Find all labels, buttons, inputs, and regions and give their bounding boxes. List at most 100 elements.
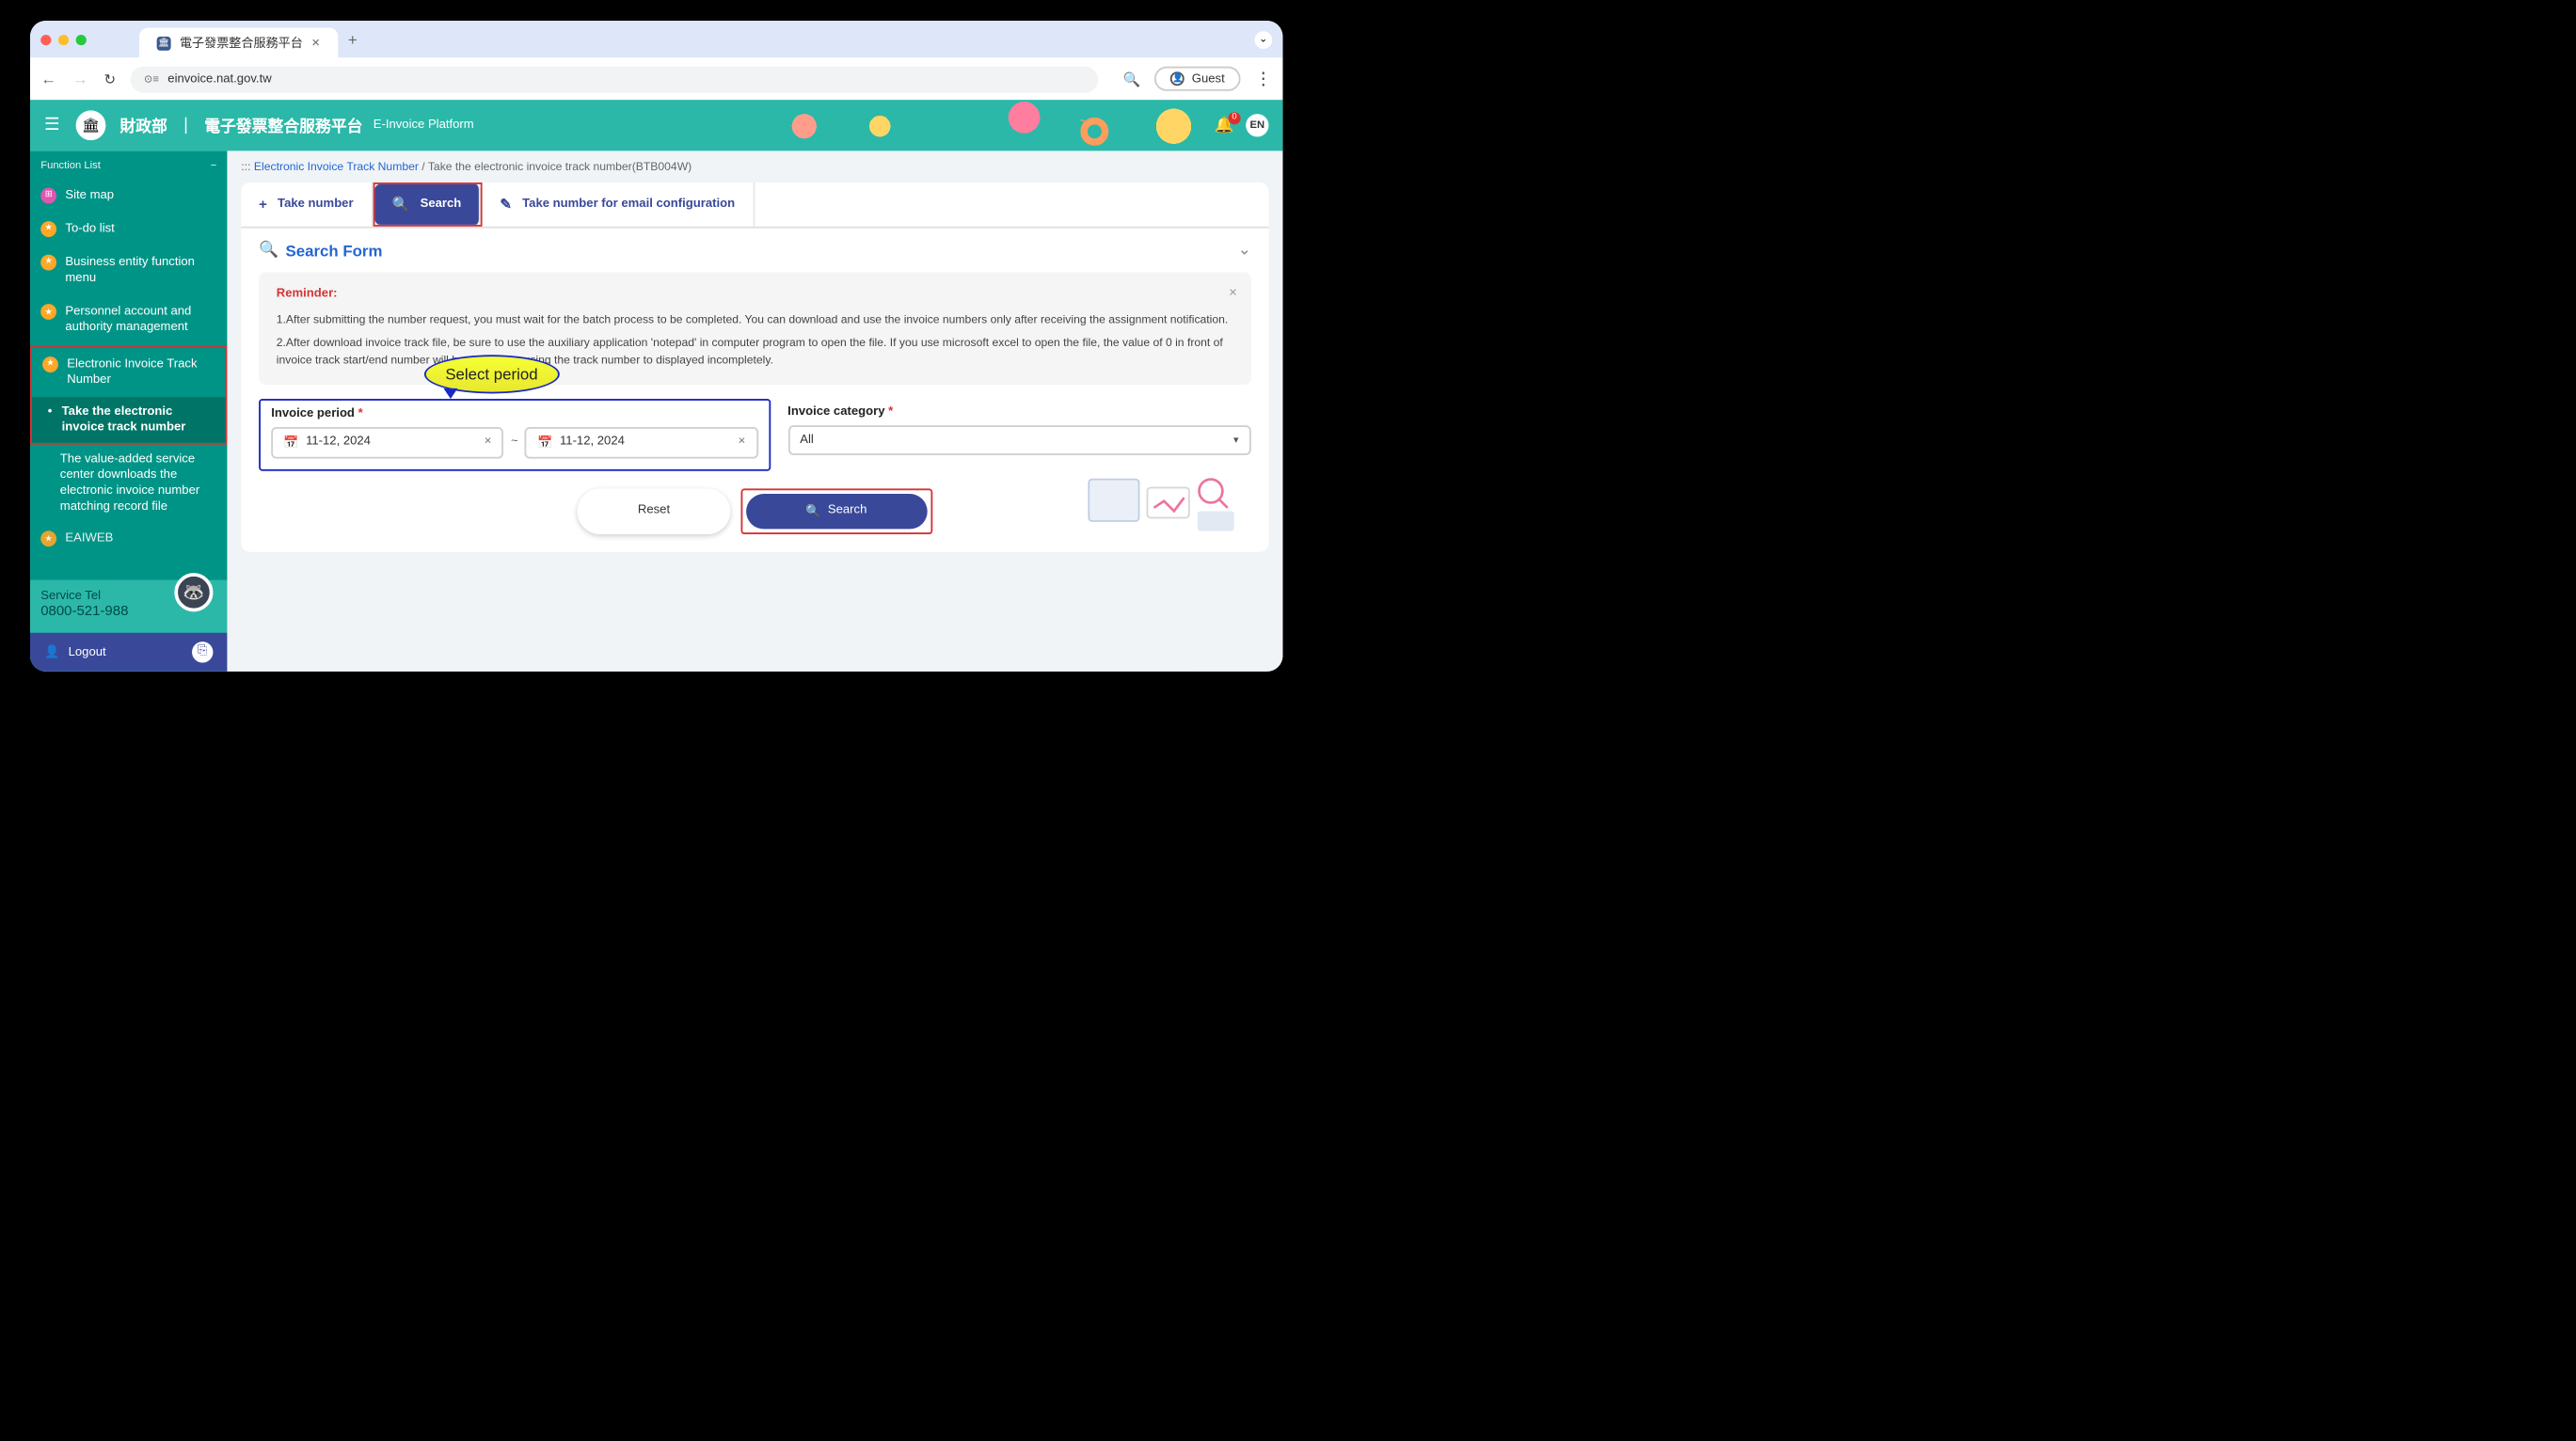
page-viewport: ◝ ☰ 🏛 財政部 ｜ 電子發票整合服務平台 E-Invoice Platfor… (30, 100, 1282, 672)
browser-window: 🏛 電子發票整合服務平台 × + ⌄ ← → ↻ ⊙≡ einvoice.nat… (30, 21, 1282, 672)
search-icon: 🔍 (259, 241, 278, 261)
language-toggle[interactable]: EN (1246, 114, 1268, 136)
sidebar-item-sitemap[interactable]: ⊞ Site map (30, 179, 227, 213)
mascot-icon: 🦝 (174, 573, 213, 611)
sidebar: Function List − ⊞ Site map ★ To-do list … (30, 150, 227, 672)
invoice-category-field: Invoice category * All ▾ (787, 399, 1251, 471)
brand-cn1: 財政部 (119, 114, 167, 136)
back-button[interactable]: ← (40, 70, 58, 87)
reminder-line1: 1.After submitting the number request, y… (277, 311, 1233, 328)
site-info-icon[interactable]: ⊙≡ (144, 72, 159, 85)
section-title: Search Form (286, 242, 383, 260)
period-from-input[interactable]: 📅 11-12, 2024 × (271, 427, 503, 459)
calendar-icon: 📅 (283, 435, 298, 450)
collapse-icon[interactable]: − (211, 162, 217, 172)
callout-annotation: Select period (424, 355, 559, 393)
reset-button[interactable]: Reset (578, 488, 729, 534)
maximize-icon[interactable] (76, 34, 87, 44)
user-icon: 👤 (1170, 71, 1185, 86)
minimize-icon[interactable] (58, 34, 69, 44)
chevron-down-icon: ▾ (1233, 434, 1239, 446)
service-tel: 🦝 Service Tel 0800-521-988 (30, 580, 227, 633)
clear-icon[interactable]: × (485, 436, 492, 449)
reminder-line2: 2.After download invoice track file, be … (277, 336, 1233, 370)
range-separator: ~ (511, 436, 518, 449)
url-input[interactable]: ⊙≡ einvoice.nat.gov.tw (130, 66, 1099, 92)
section-header: 🔍 Search Form ⌄ (241, 229, 1268, 273)
category-select[interactable]: All ▾ (787, 425, 1251, 455)
brand: 財政部 ｜ 電子發票整合服務平台 E-Invoice Platform (119, 114, 473, 136)
wifi-decoration-icon: ◝ (1080, 114, 1089, 138)
breadcrumb: ::: Electronic Invoice Track Number / Ta… (241, 162, 1268, 174)
star-icon: ★ (40, 531, 56, 547)
brand-en: E-Invoice Platform (374, 119, 474, 132)
brand-cn2: 電子發票整合服務平台 (204, 114, 362, 136)
decoration-illustration (1080, 467, 1248, 542)
sidebar-item-take-track[interactable]: Take the electronic invoice track number (32, 397, 226, 443)
sidebar-item-todo[interactable]: ★ To-do list (30, 213, 227, 246)
period-to-input[interactable]: 📅 11-12, 2024 × (525, 427, 757, 459)
edit-icon: ✎ (500, 197, 512, 213)
url-text: einvoice.nat.gov.tw (167, 72, 271, 85)
sidebar-item-eaiweb[interactable]: ★ EAIWEB (30, 523, 227, 547)
notifications-icon[interactable]: 🔔 0 (1215, 115, 1235, 135)
close-icon[interactable] (40, 34, 51, 44)
menu-toggle-icon[interactable]: ☰ (44, 116, 62, 135)
tab-title: 電子發票整合服務平台 (180, 34, 303, 52)
tab-search[interactable]: 🔍 Search (374, 184, 481, 225)
exit-icon: ⎘ (192, 641, 213, 662)
app-body: Function List − ⊞ Site map ★ To-do list … (30, 150, 1282, 672)
function-list-header: Function List − (30, 154, 227, 179)
search-button-highlight: 🔍 Search (740, 488, 932, 534)
more-icon[interactable]: ⋮ (1255, 69, 1273, 88)
invoice-period-field: Invoice period * 📅 11-12, 2024 × ~ (259, 399, 770, 471)
guest-label: Guest (1192, 72, 1225, 85)
sidebar-item-vas-download[interactable]: The value-added service center downloads… (30, 445, 227, 523)
star-icon: ★ (42, 356, 58, 372)
user-icon: 👤 (44, 645, 59, 659)
guest-profile[interactable]: 👤 Guest (1155, 67, 1241, 91)
breadcrumb-link[interactable]: Electronic Invoice Track Number (254, 162, 419, 174)
address-bar: ← → ↻ ⊙≡ einvoice.nat.gov.tw 🔍 👤 Guest ⋮ (30, 57, 1282, 100)
search-button[interactable]: 🔍 Search (746, 494, 927, 529)
calendar-icon: 📅 (537, 435, 552, 450)
logo-icon: 🏛 (76, 110, 106, 140)
tab-email-config[interactable]: ✎ Take number for email configuration (483, 182, 755, 227)
forward-button[interactable]: → (72, 70, 90, 87)
logout-button[interactable]: 👤 Logout ⎘ (30, 633, 227, 672)
reminder-panel: × Reminder: 1.After submitting the numbe… (259, 272, 1251, 384)
main-content: ::: Electronic Invoice Track Number / Ta… (227, 150, 1282, 672)
star-icon: ★ (40, 255, 56, 271)
sidebar-item-business[interactable]: ★ Business entity function menu (30, 246, 227, 296)
chevron-down-icon[interactable]: ⌄ (1238, 241, 1251, 261)
favicon-icon: 🏛 (157, 36, 171, 50)
tabs: + Take number 🔍 Search ✎ Take number for… (241, 182, 1268, 229)
content-card: + Take number 🔍 Search ✎ Take number for… (241, 182, 1268, 551)
site-header: ◝ ☰ 🏛 財政部 ｜ 電子發票整合服務平台 E-Invoice Platfor… (30, 100, 1282, 150)
window-controls (40, 34, 87, 44)
tab-take-number[interactable]: + Take number (241, 182, 373, 227)
tabs-dropdown-icon[interactable]: ⌄ (1255, 30, 1273, 48)
search-icon: 🔍 (392, 197, 410, 213)
zoom-icon[interactable]: 🔍 (1123, 71, 1141, 87)
star-icon: ★ (40, 221, 56, 237)
browser-tab[interactable]: 🏛 電子發票整合服務平台 × (139, 27, 338, 57)
sidebar-item-track-number[interactable]: ★ Electronic Invoice Track Number (32, 347, 226, 397)
search-icon: 🔍 (805, 504, 820, 518)
sidebar-item-personnel[interactable]: ★ Personnel account and authority manage… (30, 295, 227, 345)
sidebar-footer: 🦝 Service Tel 0800-521-988 👤 Logout ⎘ (30, 580, 227, 672)
tab-bar: 🏛 電子發票整合服務平台 × + ⌄ (30, 21, 1282, 57)
close-icon[interactable]: × (1229, 283, 1237, 304)
reminder-title: Reminder: (277, 286, 1233, 305)
sidebar-group-highlight: ★ Electronic Invoice Track Number Take t… (30, 345, 227, 444)
close-tab-icon[interactable]: × (311, 35, 320, 51)
star-icon: ★ (40, 305, 56, 321)
sitemap-icon: ⊞ (40, 188, 56, 204)
notif-badge: 0 (1228, 111, 1240, 123)
breadcrumb-current: Take the electronic invoice track number… (428, 162, 692, 174)
refresh-button[interactable]: ↻ (104, 71, 117, 87)
plus-icon: + (259, 197, 267, 213)
clear-icon[interactable]: × (739, 436, 746, 449)
search-tab-highlight: 🔍 Search (373, 182, 483, 227)
new-tab-button[interactable]: + (348, 30, 358, 48)
